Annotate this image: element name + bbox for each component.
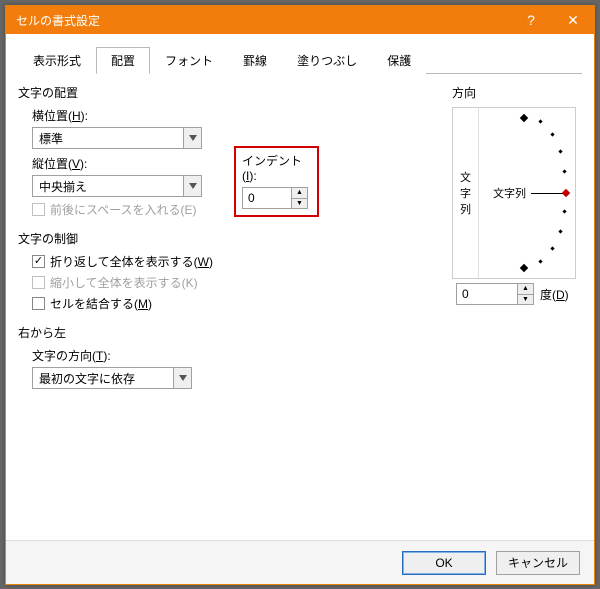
dial-text: 文字列 (493, 185, 526, 201)
rtl-group: 右から左 文字の方向(T): 最初の文字に依存 (18, 324, 444, 389)
help-button[interactable]: ? (510, 6, 552, 34)
vertical-value: 中央揃え (33, 178, 183, 195)
tab-font[interactable]: フォント (150, 47, 228, 74)
indent-label: インデント(I): (242, 152, 311, 183)
indent-spinner[interactable]: 0 ▲▼ (242, 187, 308, 209)
spin-up-icon[interactable]: ▲ (292, 188, 307, 199)
close-button[interactable]: ✕ (552, 6, 594, 34)
vertical-combo[interactable]: 中央揃え (32, 175, 202, 197)
indent-highlight: インデント(I): 0 ▲▼ (234, 146, 319, 217)
tab-strip: 表示形式 配置 フォント 罫線 塗りつぶし 保護 (18, 46, 582, 74)
dial-dot-icon (538, 259, 542, 263)
format-cells-dialog: セルの書式設定 ? ✕ 表示形式 配置 フォント 罫線 塗りつぶし 保護 文字の… (5, 5, 595, 585)
merge-checkbox[interactable]: セルを結合する(M) (32, 295, 444, 312)
text-control-group: 文字の制御 折り返して全体を表示する(W) 縮小して全体を表示する(K) セルを… (18, 230, 444, 312)
wrap-checkbox[interactable]: 折り返して全体を表示する(W) (32, 253, 444, 270)
chevron-down-icon (173, 368, 191, 388)
dial-indicator-line (531, 193, 563, 194)
orientation-label: 方向 (452, 84, 582, 101)
vertical-text-label: 文 (460, 169, 471, 185)
dial-indicator-icon (562, 189, 570, 197)
tab-fill[interactable]: 塗りつぶし (282, 47, 372, 74)
dial-dot-icon (562, 209, 566, 213)
text-alignment-label: 文字の配置 (18, 84, 444, 101)
degree-spinner[interactable]: 0 ▲▼ (456, 283, 534, 305)
dial-dot-icon (550, 132, 554, 136)
horizontal-combo[interactable]: 標準 (32, 127, 202, 149)
window-title: セルの書式設定 (16, 12, 510, 29)
chevron-down-icon (183, 176, 201, 196)
tab-protection[interactable]: 保護 (372, 47, 426, 74)
spin-down-icon[interactable]: ▼ (518, 295, 533, 305)
ok-button[interactable]: OK (402, 551, 486, 575)
degree-label: 度(D) (540, 286, 569, 303)
horizontal-label: 横位置(H): (32, 107, 444, 124)
direction-value: 最初の文字に依存 (33, 370, 173, 387)
dial-dot-icon (520, 114, 528, 122)
orientation-group: 方向 文字列 文字列 (452, 84, 582, 401)
chevron-down-icon (183, 128, 201, 148)
shrink-checkbox: 縮小して全体を表示する(K) (32, 274, 444, 291)
button-bar: OK キャンセル (6, 540, 594, 584)
text-alignment-group: 文字の配置 横位置(H): 標準 縦位置(V): 中央揃え (18, 84, 444, 218)
tab-border[interactable]: 罫線 (228, 47, 282, 74)
dialog-content: 表示形式 配置 フォント 罫線 塗りつぶし 保護 文字の配置 横位置(H): 標… (6, 34, 594, 540)
dial-dot-icon (562, 169, 566, 173)
dial-dot-icon (558, 149, 562, 153)
direction-label: 文字の方向(T): (32, 347, 444, 364)
dial-dot-icon (550, 246, 554, 250)
dial-dot-icon (558, 229, 562, 233)
dial-dot-icon (538, 119, 542, 123)
degree-value: 0 (457, 284, 517, 304)
indent-value: 0 (243, 188, 291, 208)
tab-alignment[interactable]: 配置 (96, 47, 150, 74)
dial-dot-icon (520, 264, 528, 272)
spin-down-icon[interactable]: ▼ (292, 199, 307, 209)
spin-up-icon[interactable]: ▲ (518, 284, 533, 295)
tab-number[interactable]: 表示形式 (18, 47, 96, 74)
rtl-label: 右から左 (18, 324, 444, 341)
cancel-button[interactable]: キャンセル (496, 551, 580, 575)
direction-combo[interactable]: 最初の文字に依存 (32, 367, 192, 389)
text-control-label: 文字の制御 (18, 230, 444, 247)
titlebar[interactable]: セルの書式設定 ? ✕ (6, 6, 594, 34)
orientation-dial[interactable]: 文字列 (479, 108, 575, 278)
horizontal-value: 標準 (33, 130, 183, 147)
vertical-text-button[interactable]: 文字列 (453, 108, 479, 278)
